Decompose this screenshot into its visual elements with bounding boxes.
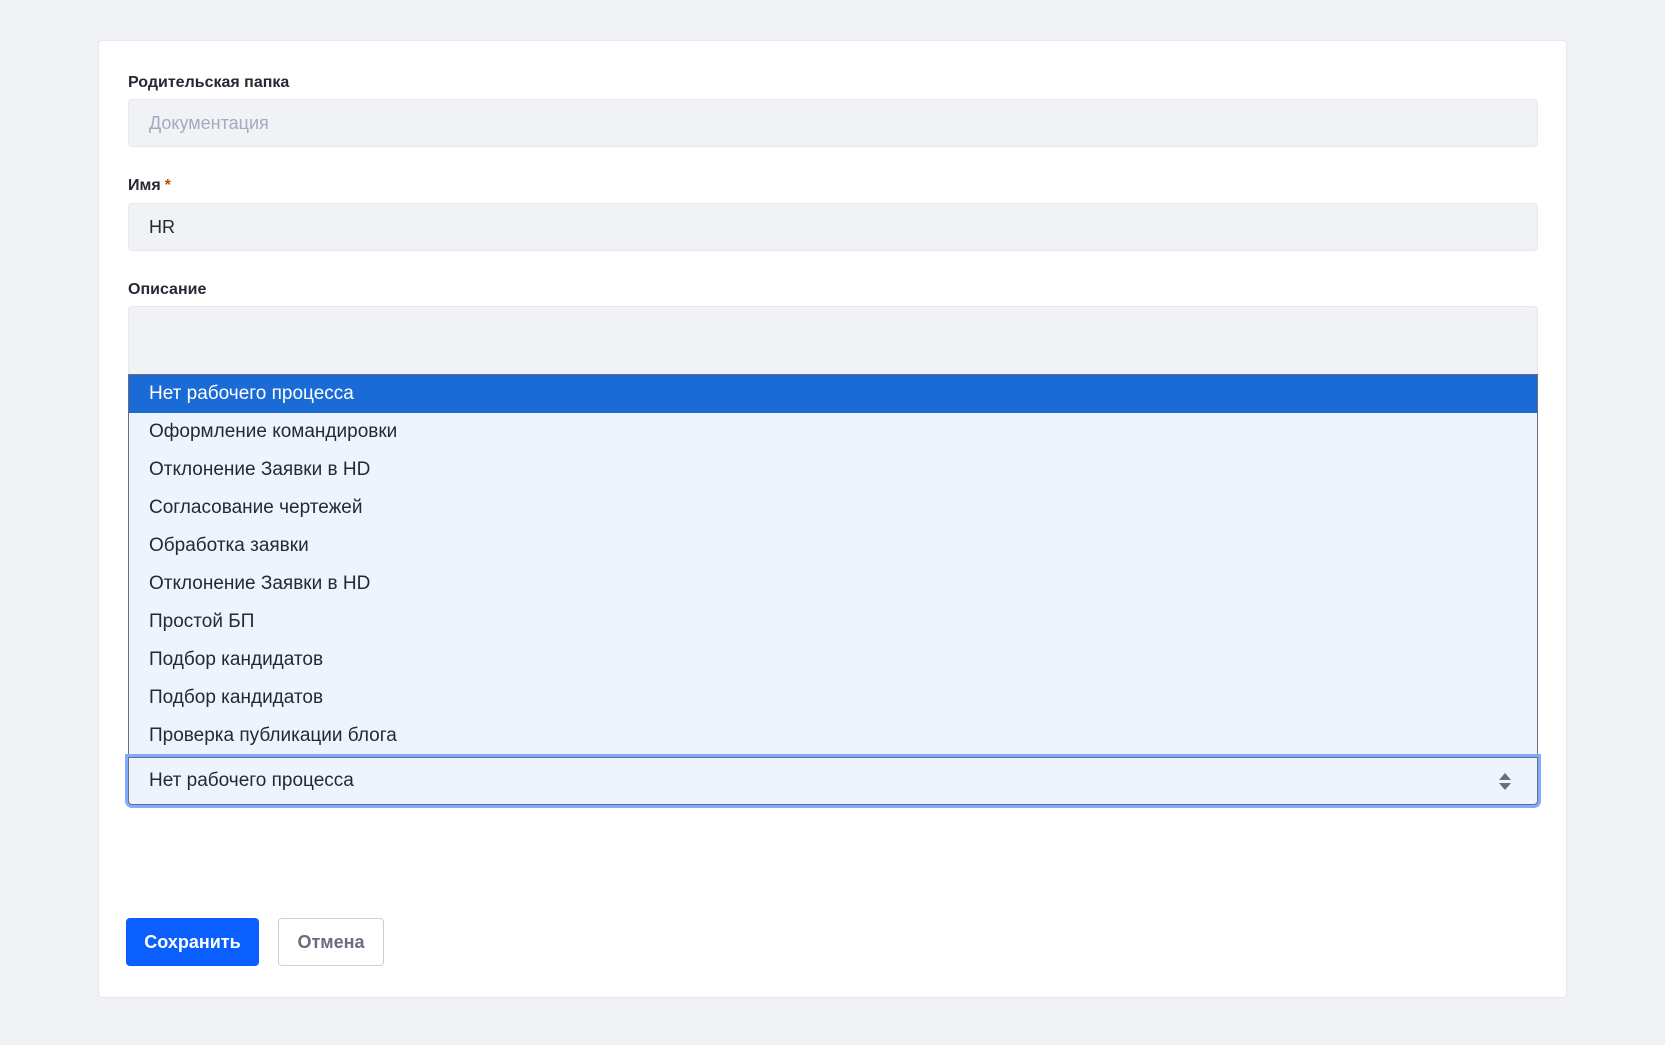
workflow-option[interactable]: Отклонение Заявки в HD: [129, 451, 1537, 489]
name-label: Имя *: [128, 177, 171, 195]
folder-form-card: Родительская папка Документация Имя * HR …: [98, 40, 1567, 998]
workflow-dropdown-list: Нет рабочего процесса Оформление команди…: [128, 374, 1538, 757]
workflow-option[interactable]: Подбор кандидатов: [129, 641, 1537, 679]
cancel-button[interactable]: Отмена: [278, 918, 384, 966]
workflow-select[interactable]: Нет рабочего процесса: [128, 757, 1538, 805]
workflow-option[interactable]: Нет рабочего процесса: [129, 375, 1537, 413]
name-label-text: Имя: [128, 177, 161, 194]
workflow-option[interactable]: Подбор кандидатов: [129, 679, 1537, 717]
workflow-option[interactable]: Проверка публикации блога: [129, 717, 1537, 755]
workflow-option[interactable]: Оформление командировки: [129, 413, 1537, 451]
select-arrows-icon: [1499, 772, 1511, 790]
required-asterisk: *: [164, 177, 171, 194]
workflow-selected-value: Нет рабочего процесса: [149, 770, 354, 791]
description-label: Описание: [128, 281, 207, 298]
workflow-option[interactable]: Отклонение Заявки в HD: [129, 565, 1537, 603]
parent-folder-label: Родительская папка: [128, 74, 290, 91]
workflow-option[interactable]: Согласование чертежей: [129, 489, 1537, 527]
name-input[interactable]: HR: [128, 203, 1538, 251]
workflow-option[interactable]: Простой БП: [129, 603, 1537, 641]
description-textarea[interactable]: [128, 306, 1538, 376]
workflow-option[interactable]: Обработка заявки: [129, 527, 1537, 565]
parent-folder-field: Документация: [128, 99, 1538, 147]
save-button[interactable]: Сохранить: [126, 918, 259, 966]
